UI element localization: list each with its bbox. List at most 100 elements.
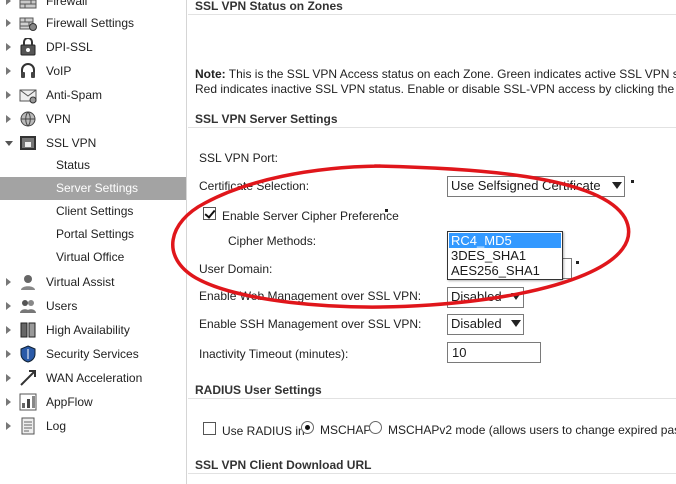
sidebar-subitem-status[interactable]: Status bbox=[0, 154, 186, 177]
users-icon bbox=[20, 300, 36, 313]
sidebar-item-label: High Availability bbox=[46, 323, 130, 337]
chevron-down-icon bbox=[511, 320, 521, 327]
sidebar-item-users[interactable]: Users bbox=[0, 294, 186, 318]
chevron-down-icon bbox=[511, 293, 521, 300]
expand-arrow-icon[interactable] bbox=[6, 115, 11, 123]
section-divider bbox=[188, 14, 676, 15]
ssl-vpn-port-label: SSL VPN Port: bbox=[199, 151, 278, 165]
sidebar-item-anti-spam[interactable]: Anti-Spam bbox=[0, 83, 186, 107]
sidebar-item-label: SSL VPN bbox=[46, 136, 97, 150]
cipher-option-3des-sha1[interactable]: 3DES_SHA1 bbox=[449, 248, 561, 263]
expand-arrow-icon[interactable] bbox=[6, 350, 11, 358]
section-divider bbox=[188, 398, 676, 399]
log-icon bbox=[21, 417, 35, 435]
ssh-management-select[interactable]: Disabled bbox=[447, 314, 524, 335]
ssh-management-label: Enable SSH Management over SSL VPN: bbox=[199, 317, 422, 331]
user-domain-label: User Domain: bbox=[199, 262, 273, 276]
sidebar-item-label: Anti-Spam bbox=[46, 88, 103, 102]
expand-arrow-icon[interactable] bbox=[6, 278, 11, 286]
chevron-down-icon bbox=[612, 182, 622, 189]
cipher-option-aes256-sha1[interactable]: AES256_SHA1 bbox=[449, 263, 561, 278]
firewall-settings-icon bbox=[19, 17, 37, 31]
section-divider bbox=[188, 127, 676, 128]
sidebar-item-vpn[interactable]: VPN bbox=[0, 107, 186, 131]
note-label: Note: bbox=[195, 67, 226, 81]
mschapv2-radio[interactable] bbox=[369, 421, 382, 434]
sidebar-item-wan-acceleration[interactable]: WAN Acceleration bbox=[0, 366, 186, 390]
expand-arrow-icon[interactable] bbox=[6, 398, 11, 406]
cipher-methods-label: Cipher Methods: bbox=[228, 234, 317, 248]
certificate-selection-label: Certificate Selection: bbox=[199, 179, 310, 193]
section-divider bbox=[188, 473, 676, 474]
web-management-value: Disabled bbox=[451, 289, 502, 304]
voip-headset-icon bbox=[21, 63, 35, 78]
sidebar-subitem-label: Virtual Office bbox=[56, 250, 125, 264]
sidebar-item-dpi-ssl[interactable]: DPI-SSL bbox=[0, 35, 186, 59]
sidebar-item-log[interactable]: Log bbox=[0, 414, 186, 438]
vpn-globe-icon bbox=[20, 111, 36, 127]
expand-arrow-icon[interactable] bbox=[6, 422, 11, 430]
sidebar-subitem-server-settings[interactable]: Server Settings bbox=[0, 177, 186, 200]
firewall-icon bbox=[19, 0, 37, 9]
sidebar-item-security-services[interactable]: Security Services bbox=[0, 342, 186, 366]
sidebar-subitem-label: Portal Settings bbox=[56, 227, 135, 241]
expand-arrow-icon[interactable] bbox=[6, 302, 11, 310]
certificate-select[interactable]: Use Selfsigned Certificate bbox=[447, 176, 625, 197]
sidebar-item-label: VoIP bbox=[46, 64, 72, 78]
web-management-select[interactable]: Disabled bbox=[447, 287, 524, 308]
mschap-radio[interactable] bbox=[301, 421, 314, 434]
mschap-label: MSCHAP bbox=[320, 423, 372, 437]
sidebar-item-voip[interactable]: VoIP bbox=[0, 59, 186, 83]
section-title-status-zones: SSL VPN Status on Zones bbox=[195, 0, 343, 13]
inactivity-timeout-label: Inactivity Timeout (minutes): bbox=[199, 347, 349, 361]
expand-arrow-icon[interactable] bbox=[6, 91, 11, 99]
sidebar-item-label: DPI-SSL bbox=[46, 40, 93, 54]
sidebar-item-label: Virtual Assist bbox=[46, 275, 115, 289]
inactivity-timeout-input[interactable]: 10 bbox=[447, 342, 541, 363]
use-radius-label: Use RADIUS in bbox=[222, 424, 305, 438]
sidebar-item-label: VPN bbox=[46, 112, 71, 126]
sidebar-subitem-portal-settings[interactable]: Portal Settings bbox=[0, 223, 186, 246]
web-management-label: Enable Web Management over SSL VPN: bbox=[199, 289, 422, 303]
expand-arrow-icon[interactable] bbox=[6, 43, 11, 51]
sidebar-item-ssl-vpn[interactable]: SSL VPN bbox=[0, 131, 186, 155]
collapse-arrow-icon[interactable] bbox=[5, 141, 13, 146]
section-title-server-settings: SSL VPN Server Settings bbox=[195, 112, 338, 126]
sidebar-subitem-virtual-office[interactable]: Virtual Office bbox=[0, 246, 186, 269]
sidebar-item-firewall-settings[interactable]: Firewall Settings bbox=[0, 11, 186, 35]
cipher-option-rc4-md5[interactable]: RC4_MD5 bbox=[449, 233, 561, 248]
cipher-preference-checkbox[interactable] bbox=[203, 207, 216, 220]
sidebar-item-label: Log bbox=[46, 419, 67, 433]
note-line-2: Red indicates inactive SSL VPN status. E… bbox=[195, 82, 676, 96]
sidebar-subitem-client-settings[interactable]: Client Settings bbox=[0, 200, 186, 223]
inactivity-timeout-value: 10 bbox=[452, 345, 467, 360]
tooltip-marker-icon bbox=[385, 209, 388, 212]
sidebar-item-appflow[interactable]: AppFlow bbox=[0, 390, 186, 414]
anti-spam-icon bbox=[19, 89, 37, 104]
sidebar-item-label: Users bbox=[46, 299, 78, 313]
sidebar-item-label: AppFlow bbox=[46, 395, 93, 409]
cipher-preference-label: Enable Server Cipher Preference bbox=[222, 209, 399, 223]
note-text: Note: This is the SSL VPN Access status … bbox=[195, 67, 676, 97]
expand-arrow-icon[interactable] bbox=[6, 374, 11, 382]
sidebar-subitem-label: Client Settings bbox=[56, 204, 134, 218]
sidebar-item-virtual-assist[interactable]: Virtual Assist bbox=[0, 270, 186, 294]
high-availability-icon bbox=[20, 322, 36, 338]
section-title-radius: RADIUS User Settings bbox=[195, 383, 322, 397]
ssh-management-value: Disabled bbox=[451, 316, 502, 331]
sidebar-item-label: Firewall bbox=[46, 0, 88, 8]
appflow-icon bbox=[19, 393, 37, 411]
sidebar-nav: Firewall Firewall Settings DPI-SSL VoIP … bbox=[0, 0, 187, 484]
cipher-methods-listbox[interactable]: RC4_MD5 3DES_SHA1 AES256_SHA1 bbox=[447, 231, 563, 280]
certificate-select-value: Use Selfsigned Certificate bbox=[451, 178, 601, 193]
expand-arrow-icon[interactable] bbox=[6, 0, 11, 5]
expand-arrow-icon[interactable] bbox=[6, 326, 11, 334]
use-radius-checkbox[interactable] bbox=[203, 422, 216, 435]
dpi-ssl-icon bbox=[20, 38, 36, 56]
mschapv2-label: MSCHAPv2 mode (allows users to change ex… bbox=[388, 423, 676, 437]
expand-arrow-icon[interactable] bbox=[6, 67, 11, 75]
security-services-shield-icon bbox=[20, 345, 36, 363]
virtual-assist-icon bbox=[21, 275, 35, 290]
expand-arrow-icon[interactable] bbox=[6, 19, 11, 27]
sidebar-item-high-availability[interactable]: High Availability bbox=[0, 318, 186, 342]
